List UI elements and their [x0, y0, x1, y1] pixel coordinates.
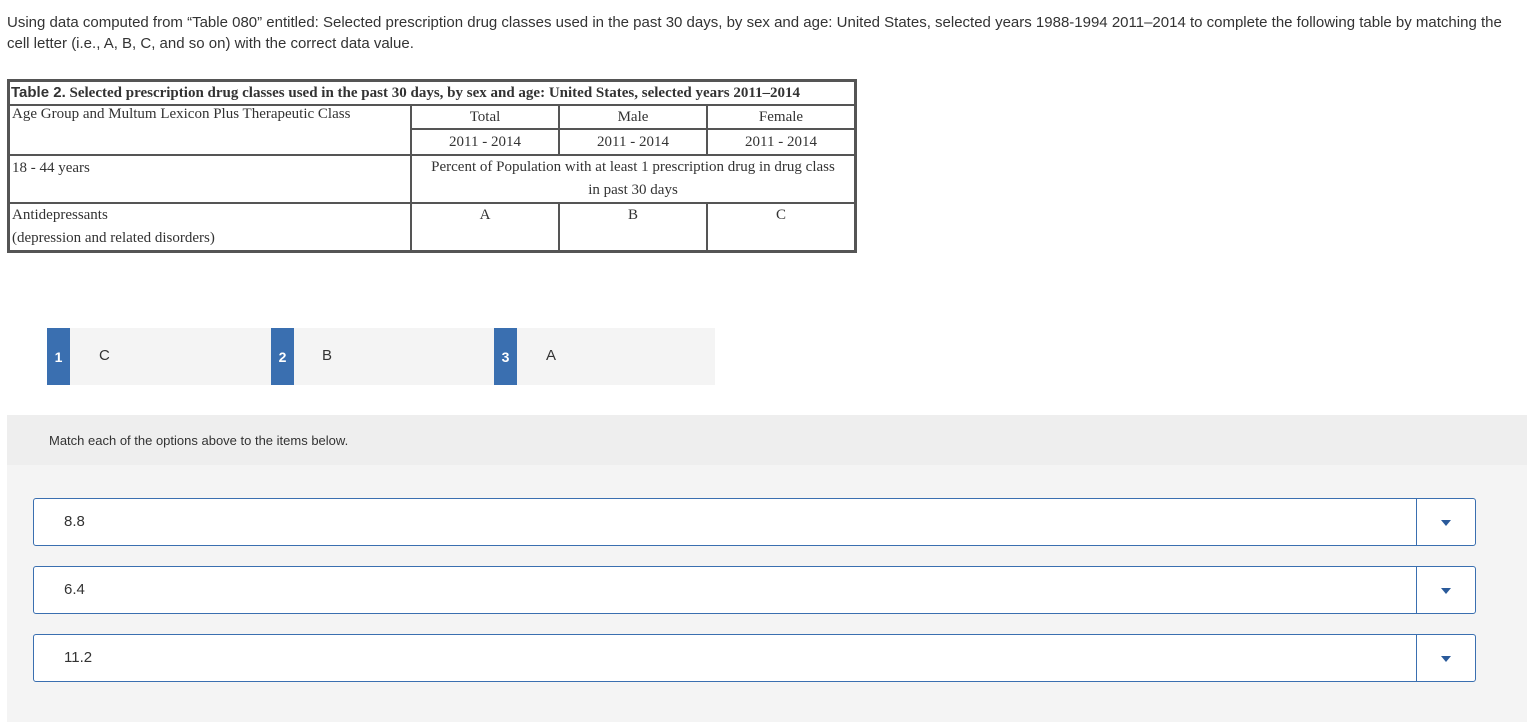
- table-caption-prefix: Table 2.: [11, 84, 66, 101]
- match-dropdown-2[interactable]: [1416, 567, 1475, 613]
- option-number: 3: [494, 328, 517, 385]
- option-1[interactable]: 1 C: [47, 328, 247, 385]
- caret-down-icon: [1441, 656, 1451, 662]
- data-table: Table 2. Selected prescription drug clas…: [7, 79, 857, 253]
- match-item-2[interactable]: 6.4: [33, 566, 1476, 614]
- drug-class-description: (depression and related disorders): [12, 230, 215, 246]
- option-label: B: [322, 347, 333, 364]
- drug-class-name: Antidepressants: [12, 207, 108, 223]
- match-header: Match each of the options above to the i…: [7, 415, 1527, 465]
- row-header-cell: Age Group and Multum Lexicon Plus Therap…: [9, 105, 411, 155]
- match-instruction: Match each of the options above to the i…: [49, 433, 349, 448]
- option-label: C: [99, 347, 110, 364]
- option-2[interactable]: 2 B: [271, 328, 471, 385]
- cell-b: B: [559, 203, 707, 251]
- option-3[interactable]: 3 A: [494, 328, 694, 385]
- match-item-value: 8.8: [64, 513, 85, 530]
- match-item-value: 11.2: [64, 649, 93, 666]
- caret-down-icon: [1441, 520, 1451, 526]
- col-header-female: Female: [707, 105, 855, 129]
- options-panel: 1 C 2 B 3 A: [47, 328, 715, 385]
- col-header-male: Male: [559, 105, 707, 129]
- match-item-value: 6.4: [64, 581, 85, 598]
- option-number: 1: [47, 328, 70, 385]
- match-area: Match each of the options above to the i…: [7, 415, 1527, 722]
- cell-c: C: [707, 203, 855, 251]
- cell-a: A: [411, 203, 559, 251]
- year-female: 2011 - 2014: [707, 129, 855, 155]
- row-header-label: Age Group and Multum Lexicon Plus Therap…: [12, 106, 351, 122]
- drug-class-cell: Antidepressants (depression and related …: [9, 203, 411, 251]
- match-item-1[interactable]: 8.8: [33, 498, 1476, 546]
- option-label: A: [546, 347, 557, 364]
- measure-cell: Percent of Population with at least 1 pr…: [411, 155, 855, 203]
- col-header-total: Total: [411, 105, 559, 129]
- match-dropdown-3[interactable]: [1416, 635, 1475, 681]
- caret-down-icon: [1441, 588, 1451, 594]
- match-dropdown-1[interactable]: [1416, 499, 1475, 545]
- option-number: 2: [271, 328, 294, 385]
- year-total: 2011 - 2014: [411, 129, 559, 155]
- year-male: 2011 - 2014: [559, 129, 707, 155]
- match-item-3[interactable]: 11.2: [33, 634, 1476, 682]
- question-instructions: Using data computed from “Table 080” ent…: [7, 14, 1502, 52]
- age-group-cell: 18 - 44 years: [9, 155, 411, 203]
- table-caption: Table 2. Selected prescription drug clas…: [9, 81, 855, 105]
- table-caption-text: Selected prescription drug classes used …: [69, 85, 801, 101]
